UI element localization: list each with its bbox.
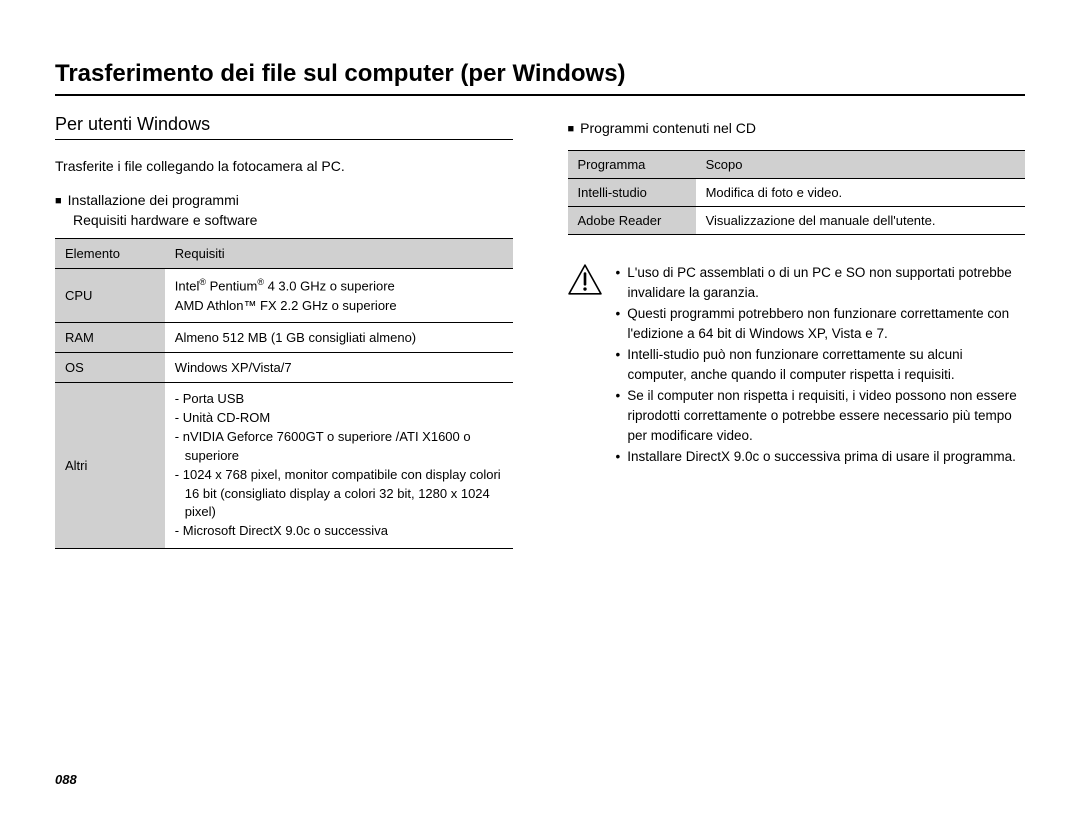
- warning-item: Intelli-studio può non funzionare corret…: [616, 345, 1026, 384]
- warning-item: Se il computer non rispetta i requisiti,…: [616, 386, 1026, 445]
- table-row: Intelli-studio Modifica di foto e video.: [568, 179, 1026, 207]
- other-items-list: Porta USB Unità CD-ROM nVIDIA Geforce 76…: [175, 390, 503, 541]
- header-programma: Programma: [568, 151, 696, 179]
- install-heading: Installazione dei programmi: [55, 192, 513, 208]
- list-item: Porta USB: [175, 390, 503, 409]
- cell-other-label: Altri: [55, 383, 165, 549]
- header-requisiti: Requisiti: [165, 239, 513, 269]
- programs-heading: Programmi contenuti nel CD: [568, 120, 1026, 136]
- header-elemento: Elemento: [55, 239, 165, 269]
- warning-item: L'uso di PC assemblati o di un PC e SO n…: [616, 263, 1026, 302]
- header-scopo: Scopo: [696, 151, 1025, 179]
- warning-item: Installare DirectX 9.0c o successiva pri…: [616, 447, 1026, 467]
- table-header-row: Elemento Requisiti: [55, 239, 513, 269]
- install-subheading: Requisiti hardware e software: [73, 212, 513, 228]
- cell-other-value: Porta USB Unità CD-ROM nVIDIA Geforce 76…: [165, 383, 513, 549]
- warning-item: Questi programmi potrebbero non funziona…: [616, 304, 1026, 343]
- list-item: nVIDIA Geforce 7600GT o superiore /ATI X…: [175, 428, 503, 466]
- warning-icon: [568, 263, 602, 469]
- programs-table: Programma Scopo Intelli-studio Modifica …: [568, 150, 1026, 235]
- two-column-layout: Per utenti Windows Trasferite i file col…: [55, 114, 1025, 549]
- registered-icon: ®: [257, 277, 264, 287]
- warning-block: L'uso di PC assemblati o di un PC e SO n…: [568, 263, 1026, 469]
- cell-cpu-value: Intel® Pentium® 4 3.0 GHz o superiore AM…: [165, 269, 513, 323]
- cpu-model: Pentium: [206, 278, 257, 293]
- page-title: Trasferimento dei file sul computer (per…: [55, 60, 1025, 96]
- table-row: Altri Porta USB Unità CD-ROM nVIDIA Gefo…: [55, 383, 513, 549]
- intro-text: Trasferite i file collegando la fotocame…: [55, 158, 513, 174]
- cell-program-name: Adobe Reader: [568, 207, 696, 235]
- cell-program-desc: Visualizzazione del manuale dell'utente.: [696, 207, 1025, 235]
- cpu-spec: 4 3.0 GHz o superiore: [264, 278, 395, 293]
- table-row: OS Windows XP/Vista/7: [55, 353, 513, 383]
- cell-ram-label: RAM: [55, 323, 165, 353]
- page-number: 088: [55, 772, 77, 787]
- cpu-alt: AMD Athlon™ FX 2.2 GHz o superiore: [175, 296, 503, 316]
- cell-program-name: Intelli-studio: [568, 179, 696, 207]
- cell-ram-value: Almeno 512 MB (1 GB consigliati almeno): [165, 323, 513, 353]
- requirements-table: Elemento Requisiti CPU Intel® Pentium® 4…: [55, 238, 513, 549]
- right-column: Programmi contenuti nel CD Programma Sco…: [568, 114, 1026, 549]
- list-item: Unità CD-ROM: [175, 409, 503, 428]
- cell-os-value: Windows XP/Vista/7: [165, 353, 513, 383]
- table-row: Adobe Reader Visualizzazione del manuale…: [568, 207, 1026, 235]
- cell-program-desc: Modifica di foto e video.: [696, 179, 1025, 207]
- list-item: 1024 x 768 pixel, monitor compatibile co…: [175, 466, 503, 523]
- warning-list: L'uso di PC assemblati o di un PC e SO n…: [616, 263, 1026, 469]
- cell-cpu-label: CPU: [55, 269, 165, 323]
- cpu-brand: Intel: [175, 278, 200, 293]
- table-row: RAM Almeno 512 MB (1 GB consigliati alme…: [55, 323, 513, 353]
- cell-os-label: OS: [55, 353, 165, 383]
- left-column: Per utenti Windows Trasferite i file col…: [55, 114, 513, 549]
- manual-page: Trasferimento dei file sul computer (per…: [0, 0, 1080, 815]
- table-header-row: Programma Scopo: [568, 151, 1026, 179]
- section-subhead: Per utenti Windows: [55, 114, 513, 140]
- list-item: Microsoft DirectX 9.0c o successiva: [175, 522, 503, 541]
- table-row: CPU Intel® Pentium® 4 3.0 GHz o superior…: [55, 269, 513, 323]
